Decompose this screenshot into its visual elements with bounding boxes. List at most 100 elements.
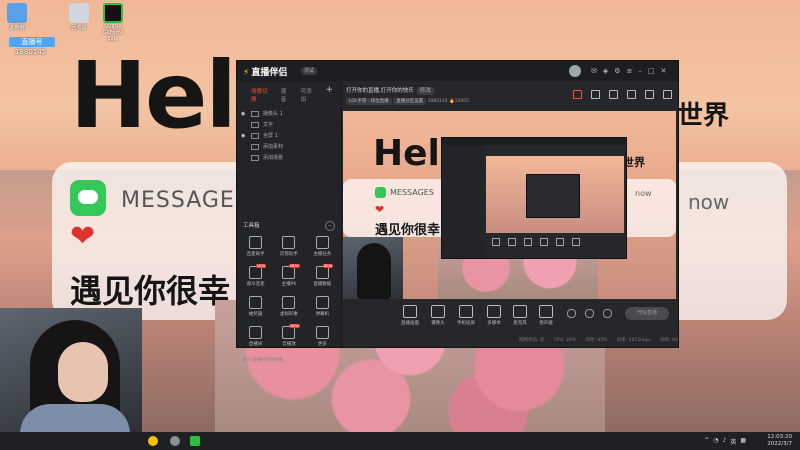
region-pill[interactable]: 直播分区设置 (393, 98, 427, 105)
control-label: 扬声器 (539, 321, 553, 326)
new-badge: NEW (322, 264, 333, 268)
maximize-icon[interactable]: □ (648, 67, 655, 75)
wallpaper-messages-title: MESSAGES (121, 188, 250, 213)
close-icon[interactable]: ✕ (661, 67, 667, 75)
record-icon[interactable] (573, 90, 582, 99)
scene-item[interactable]: ◉ 摄像头 1 (241, 108, 337, 119)
menu-icon[interactable]: ≡ (627, 67, 633, 75)
tool-item[interactable]: 房管助手 (272, 236, 305, 257)
tab-audio[interactable]: 混音 (281, 87, 291, 103)
tool-label: 主播任务 (313, 252, 332, 257)
tool-item[interactable]: NEW 云播放 (272, 324, 305, 347)
clock-date: 2022/3/7 (767, 441, 792, 447)
scene-item[interactable]: 添加场景 (241, 152, 337, 163)
skin-icon[interactable]: ◈ (603, 67, 608, 75)
collapse-icon[interactable]: – (325, 221, 335, 231)
start-live-button[interactable]: 开始直播 (625, 307, 669, 320)
ime-icon[interactable]: ▦ (740, 437, 746, 446)
newbie-guide-link[interactable]: 新人直播间攻略教程 (243, 357, 284, 363)
start-icon[interactable] (148, 436, 158, 446)
gear-icon[interactable] (603, 309, 612, 318)
scene-label: 全屏 1 (263, 133, 278, 139)
minimize-icon[interactable]: – (638, 67, 642, 75)
phone-icon (459, 305, 473, 318)
clock[interactable]: 12:03:20 2022/3/7 (767, 434, 792, 448)
control-phone-cast[interactable]: 手机投屏 (457, 305, 475, 326)
control-camera[interactable]: 摄像头 (431, 305, 445, 326)
tool-label: 直播间 (248, 342, 263, 347)
scene-item[interactable]: ◉ 全屏 1 (241, 130, 337, 141)
taskbar: ^ ◔ ♪ 英 ▦ 12:03:20 2022/3/7 (0, 432, 800, 450)
control-screen[interactable]: 直播画面 (401, 305, 419, 326)
wallpaper-world-text: 世界 (677, 101, 730, 131)
bell-icon[interactable] (645, 90, 654, 99)
tool-item[interactable]: NEW 观众连麦 (239, 264, 272, 287)
desktop-icon-computer[interactable]: 此电脑 (4, 3, 30, 31)
tool-item[interactable]: 主播任务 (306, 236, 339, 257)
tool-label: 主播PK (281, 282, 297, 287)
control-speaker[interactable]: 扬声器 (539, 305, 553, 326)
webcam-feed (0, 308, 142, 432)
status-cpu: CPU: 28% (553, 338, 576, 343)
tool-label: 直播数据 (313, 282, 332, 287)
tool-item[interactable]: 弹幕机 (306, 296, 339, 317)
tab-scenes[interactable]: 场景切换 (251, 87, 271, 103)
tool-label: 更多 (317, 342, 327, 347)
network-icon[interactable]: ◔ (713, 437, 718, 446)
new-badge: NEW (289, 324, 300, 328)
stream-preview[interactable]: Hello 世界 MESSAGES now ❤ 遇见你很幸 (343, 111, 676, 299)
tool-item[interactable]: 连麦助手 (239, 236, 272, 257)
scene-label: 添加场景 (263, 155, 284, 161)
stream-title[interactable]: 打开你的直播,打开你的快乐 (346, 88, 414, 94)
computer-icon (7, 3, 27, 23)
scene-label: 摄像头 1 (263, 111, 283, 117)
mic-icon[interactable] (609, 90, 618, 99)
new-badge: NEW (289, 264, 300, 268)
tool-item[interactable]: NEW 主播PK (272, 264, 305, 287)
nested-left-panel (442, 145, 484, 258)
tab-addable[interactable]: 可添加 (301, 87, 316, 103)
eye-icon[interactable]: ◉ (241, 133, 247, 139)
tool-icon (282, 296, 296, 309)
app-titlebar[interactable]: ⚡ 直播伴侣 测试 ✉ ◈ ⚙ ≡ – □ ✕ (237, 61, 678, 81)
tool-label: 抽奖器 (248, 312, 263, 317)
tool-item[interactable]: 抽奖器 (239, 296, 272, 317)
volume-icon[interactable]: ♪ (722, 437, 726, 446)
avatar[interactable] (569, 65, 581, 77)
tool-icon (315, 326, 329, 339)
wechat-icon[interactable] (190, 436, 200, 446)
desktop-icon-nvidia[interactable]: NVIDIA GeForce Exp. (100, 3, 126, 42)
category-pill[interactable]: LOL手游 · 排位直播 (346, 98, 392, 105)
tool-icon (282, 236, 296, 249)
tool-item[interactable]: NEW 直播数据 (306, 264, 339, 287)
scene-item[interactable]: 添加素材 (241, 141, 337, 152)
tool-item[interactable]: 直播间 (239, 326, 272, 347)
heart-icon: ❤ (70, 219, 96, 254)
input-language[interactable]: 英 (730, 437, 736, 446)
control-microphone[interactable]: 麦克风 (513, 305, 527, 326)
scene-item[interactable]: 文字 (241, 119, 337, 130)
message-icon[interactable]: ✉ (591, 67, 597, 75)
video-icon[interactable] (567, 309, 576, 318)
recycle-bin-icon (69, 3, 89, 23)
tool-item[interactable]: 更多 (306, 326, 339, 347)
control-media[interactable]: 多媒体 (487, 305, 501, 326)
settings-icon[interactable]: ⚙ (614, 67, 620, 75)
share-icon[interactable] (663, 90, 672, 99)
chat-icon[interactable] (627, 90, 636, 99)
record-dot-icon[interactable] (585, 309, 594, 318)
desktop-icon-recycle-bin[interactable]: 回收站 (66, 3, 92, 31)
streaming-app-window: ⚡ 直播伴侣 测试 ✉ ◈ ⚙ ≡ – □ ✕ 场景切换 混音 可添加 + ◉ 摄像… (236, 60, 679, 363)
search-icon[interactable] (170, 436, 180, 446)
screen-source-icon (251, 132, 259, 139)
control-label: 麦克风 (513, 321, 527, 326)
scene-list: ◉ 摄像头 1 文字 ◉ 全屏 1 添加素材 添加场景 (237, 103, 341, 168)
edit-title-button[interactable]: 修改 (416, 87, 434, 95)
eye-icon[interactable]: ◉ (241, 111, 247, 117)
tool-item[interactable]: 虚拟形象 (272, 296, 305, 317)
chevron-up-icon[interactable]: ^ (704, 437, 709, 446)
main-panel: 打开你的直播,打开你的快乐 修改 LOL手游 · 排位直播 直播分区设置 1880… (341, 81, 678, 347)
left-tabs: 场景切换 混音 可添加 + (237, 81, 341, 104)
add-scene-icon[interactable]: + (325, 86, 333, 103)
lock-icon[interactable] (591, 90, 600, 99)
